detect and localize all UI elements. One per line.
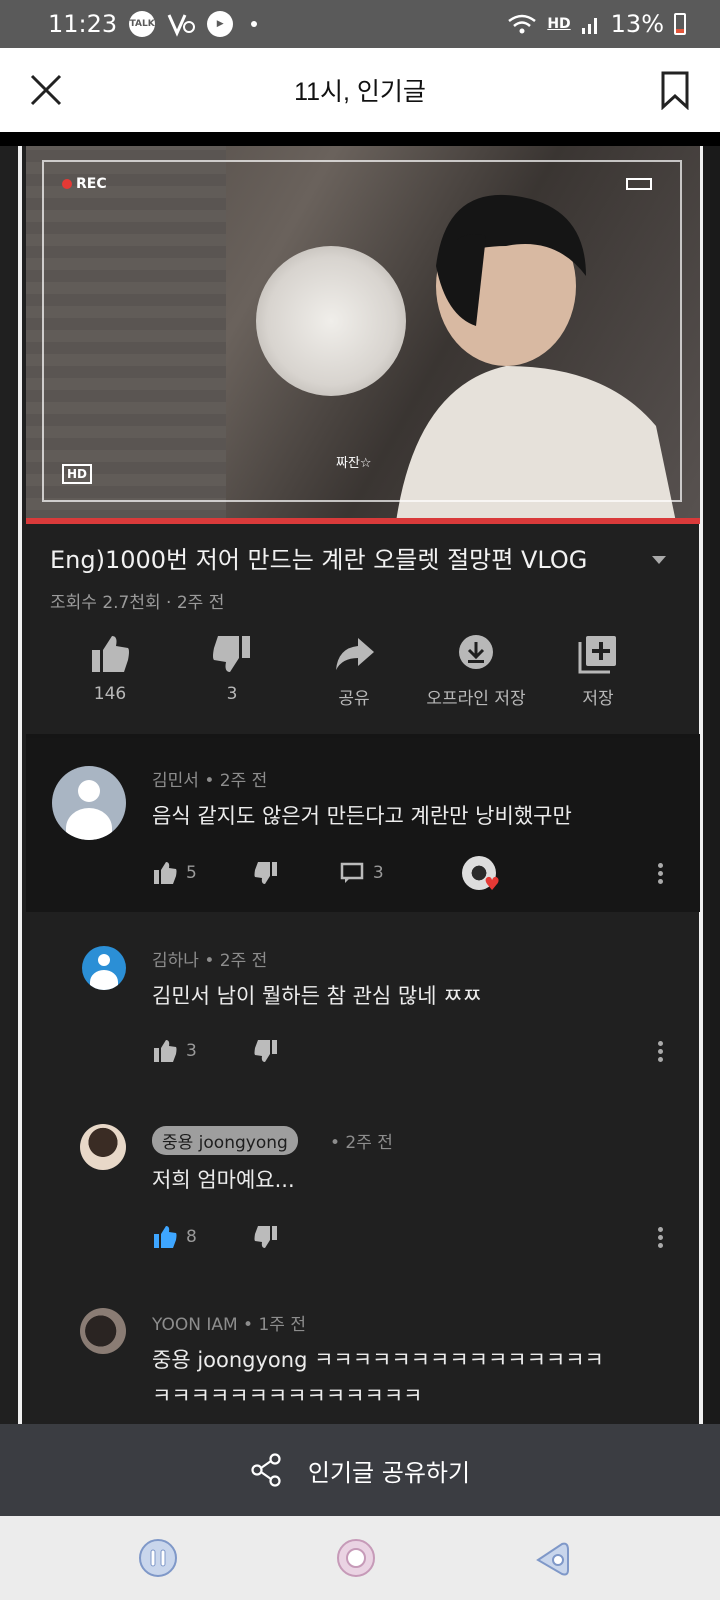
save-label: 저장 <box>582 689 614 709</box>
vpn-icon: ▶ <box>207 11 234 37</box>
download-action[interactable]: 오프라인 저장 <box>416 632 536 709</box>
wifi-icon <box>508 14 537 34</box>
comment-text: 저희 엄마예요... <box>152 1168 295 1192</box>
reply-icon[interactable] <box>339 860 365 886</box>
content-divider <box>0 132 720 146</box>
video-title: Eng)1000번 저어 만드는 계란 오믈렛 절망편 VLOG <box>50 546 588 574</box>
battery-icon <box>674 13 686 35</box>
thumbs-up-icon <box>92 636 129 672</box>
add-to-playlist-icon <box>578 636 616 674</box>
reply-count: 3 <box>372 863 384 883</box>
video-actions: 146 3 공유 오프라인 저장 저장 <box>26 632 700 722</box>
embedded-screenshot: REC HD 짜잔☆ Eng)1000번 저어 만드는 계란 오믈렛 절망편 V… <box>0 146 720 1424</box>
share-popular-post-button[interactable]: 인기글 공유하기 <box>0 1424 720 1516</box>
screenshot-edge <box>703 146 720 1424</box>
hd-badge: HD <box>62 464 93 484</box>
talk-icon: TALK <box>129 11 156 37</box>
comment-text: 김민서 남이 뭘하든 참 관심 많네 ㅉㅉ <box>152 984 482 1008</box>
thumbs-up-icon[interactable] <box>152 1038 178 1064</box>
thumbs-down-icon[interactable] <box>253 860 279 886</box>
share-nodes-icon <box>251 1453 281 1487</box>
expand-chevron-icon[interactable] <box>652 556 666 564</box>
like-count: 146 <box>93 684 127 704</box>
avatar[interactable] <box>80 1308 126 1354</box>
page-title: 11시, 인기글 <box>294 78 426 106</box>
progress-bar[interactable] <box>26 518 700 524</box>
share-label: 인기글 공유하기 <box>307 1458 471 1487</box>
like-count: 8 <box>186 1227 197 1247</box>
navigation-bar <box>0 1516 720 1600</box>
bookmark-icon[interactable] <box>658 70 692 110</box>
like-count: 5 <box>186 863 197 883</box>
thumbs-down-icon[interactable] <box>253 1038 279 1064</box>
comment-author: YOON IAM • 1주 전 <box>152 1315 306 1335</box>
share-action[interactable]: 공유 <box>294 632 414 709</box>
thumbs-down-icon[interactable] <box>253 1224 279 1250</box>
video-meta: 조회수 2.7천회 · 2주 전 <box>50 593 225 613</box>
thumbs-up-icon[interactable] <box>152 860 178 886</box>
like-count: 3 <box>186 1041 197 1061</box>
comment-text: 음식 같지도 않은거 만든다고 계란만 낭비했구만 <box>152 804 572 828</box>
video-thumbnail[interactable]: REC HD 짜잔☆ <box>26 146 700 522</box>
download-label: 오프라인 저장 <box>426 689 526 709</box>
dislike-action[interactable]: 3 <box>172 632 292 704</box>
dislike-count: 3 <box>226 684 238 704</box>
close-icon[interactable] <box>26 70 66 110</box>
video-caption: 짜잔☆ <box>336 456 372 471</box>
back-icon[interactable] <box>534 1538 574 1578</box>
camera-battery-icon <box>626 178 652 190</box>
share-label: 공유 <box>338 689 370 709</box>
comment-actions: 5 3 <box>152 860 384 886</box>
like-action[interactable]: 146 <box>50 632 170 704</box>
comment-actions: 8 <box>152 1224 287 1250</box>
share-icon <box>336 638 374 670</box>
comment-text-continued: ㅋㅋㅋㅋㅋㅋㅋㅋㅋㅋㅋㅋㅋㅋ <box>152 1384 423 1408</box>
thumbs-up-icon[interactable] <box>152 1224 178 1250</box>
heart-icon: ♥ <box>484 874 501 895</box>
viewfinder-frame <box>42 160 682 502</box>
rec-indicator: REC <box>62 176 107 192</box>
rec-label: REC <box>76 176 107 192</box>
recents-icon[interactable] <box>138 1538 178 1578</box>
avatar[interactable] <box>82 946 126 990</box>
signal-icon <box>581 18 597 34</box>
download-icon <box>459 635 493 669</box>
channel-owner-chip[interactable]: 중용 joongyong <box>152 1126 298 1155</box>
comment-author: 김하나 • 2주 전 <box>152 951 268 971</box>
thumbs-down-icon <box>213 636 250 672</box>
battery-percent: 13% <box>610 10 664 38</box>
avatar[interactable] <box>80 1124 126 1170</box>
comment-actions: 3 <box>152 1038 287 1064</box>
comment-time: • 2주 전 <box>330 1133 393 1153</box>
app-bar: 11시, 인기글 <box>0 48 720 132</box>
hd-voice-icon: HD <box>547 16 571 32</box>
screenshot-frame-left <box>18 146 22 1424</box>
avatar[interactable] <box>52 766 126 840</box>
more-options-icon[interactable] <box>656 1038 664 1066</box>
more-options-icon[interactable] <box>656 1224 664 1252</box>
notification-dot <box>251 21 258 27</box>
comment-text: 중용 joongyong ㅋㅋㅋㅋㅋㅋㅋㅋㅋㅋㅋㅋㅋㅋㅋ <box>152 1348 604 1372</box>
status-bar: 11:23 TALK ▶ HD 13% <box>0 0 720 48</box>
save-action[interactable]: 저장 <box>538 632 658 709</box>
more-options-icon[interactable] <box>656 860 664 888</box>
vlive-icon <box>167 14 196 37</box>
home-icon[interactable] <box>336 1538 376 1578</box>
comment-author: 김민서 • 2주 전 <box>152 771 268 791</box>
status-time: 11:23 <box>48 10 118 38</box>
rec-dot-icon <box>62 179 72 189</box>
